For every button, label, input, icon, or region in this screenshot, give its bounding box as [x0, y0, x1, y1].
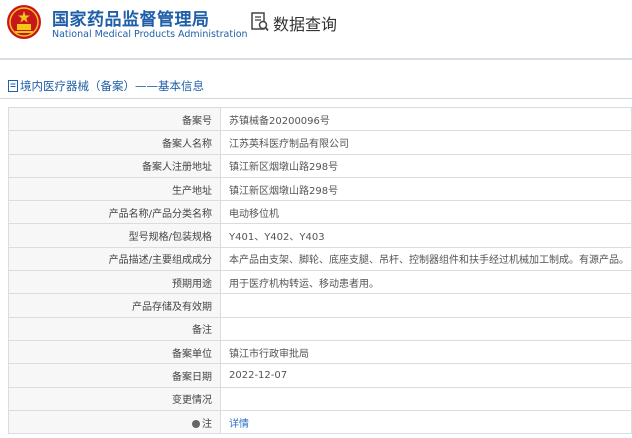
field-value: 用于医疗机构转运、移动患者用。 — [220, 270, 632, 295]
national-emblem-icon — [7, 5, 41, 39]
org-name-en: National Medical Products Administration — [52, 29, 248, 40]
header-divider — [0, 58, 632, 60]
field-label: 备案人注册地址 — [8, 153, 221, 178]
table-row: 备案号 苏镇械备20200096号 — [8, 106, 632, 132]
field-value: 电动移位机 — [220, 200, 632, 225]
field-label: 型号规格/包装规格 — [8, 223, 221, 248]
field-value: 本产品由支架、脚轮、底座支腿、吊杆、控制器组件和扶手经过机械加工制成。有源产品。 — [220, 246, 632, 272]
field-label: 生产地址 — [8, 176, 221, 202]
table-row: 产品存储及有效期 — [8, 293, 632, 318]
field-label-text: 注 — [202, 418, 212, 430]
record-info-table: 备案号 苏镇械备20200096号 备案人名称 江苏英科医疗制品有限公司 备案人… — [8, 106, 632, 435]
query-title: 数据查询 — [273, 15, 338, 34]
table-row: 备案人名称 江苏英科医疗制品有限公司 — [8, 130, 632, 155]
document-icon — [8, 80, 18, 92]
table-row: 预期用途 用于医疗机构转运、移动患者用。 — [8, 270, 632, 295]
table-row: 产品名称/产品分类名称 电动移位机 — [8, 200, 632, 225]
table-row: 备案日期 2022-12-07 — [8, 363, 632, 388]
field-label: 备案人名称 — [8, 130, 221, 155]
field-value: Y401、Y402、Y403 — [220, 223, 632, 248]
field-label: 预期用途 — [8, 270, 221, 295]
section-title-text: 境内医疗器械（备案）——基本信息 — [20, 79, 204, 93]
table-row: 变更情况 — [8, 386, 632, 411]
table-row: 备案单位 镇江市行政审批局 — [8, 339, 632, 365]
table-row: 注 详情 — [8, 409, 632, 435]
field-value — [220, 316, 632, 341]
field-value — [220, 386, 632, 411]
field-value — [220, 293, 632, 318]
note-label: 注 — [8, 409, 221, 435]
field-label: 变更情况 — [8, 386, 221, 411]
field-label: 备案单位 — [8, 339, 221, 365]
table-row: 备案人注册地址 镇江新区烟墩山路298号 — [8, 153, 632, 178]
field-value: 镇江市行政审批局 — [220, 339, 632, 365]
section-title: 境内医疗器械（备案）——基本信息 — [8, 78, 204, 94]
table-row: 备注 — [8, 316, 632, 341]
field-label: 产品存储及有效期 — [8, 293, 221, 318]
table-row: 产品描述/主要组成成分 本产品由支架、脚轮、底座支腿、吊杆、控制器组件和扶手经过… — [8, 246, 632, 272]
site-header: 国家药品监督管理局 National Medical Products Admi… — [0, 0, 632, 46]
org-name-cn: 国家药品监督管理局 — [52, 10, 210, 30]
field-value: 详情 — [220, 409, 632, 435]
section-divider — [0, 98, 632, 99]
field-label: 产品名称/产品分类名称 — [8, 200, 221, 225]
field-label: 备注 — [8, 316, 221, 341]
field-value: 苏镇械备20200096号 — [220, 106, 632, 132]
data-query-icon — [251, 12, 269, 32]
field-label: 备案日期 — [8, 363, 221, 388]
field-value: 江苏英科医疗制品有限公司 — [220, 130, 632, 155]
field-label: 产品描述/主要组成成分 — [8, 246, 221, 272]
field-value: 镇江新区烟墩山路298号 — [220, 176, 632, 202]
field-label: 备案号 — [8, 106, 221, 132]
field-value: 镇江新区烟墩山路298号 — [220, 153, 632, 178]
details-link[interactable]: 详情 — [229, 419, 249, 430]
table-row: 型号规格/包装规格 Y401、Y402、Y403 — [8, 223, 632, 248]
pin-icon — [192, 419, 200, 428]
table-row: 生产地址 镇江新区烟墩山路298号 — [8, 176, 632, 202]
field-value: 2022-12-07 — [220, 363, 632, 388]
